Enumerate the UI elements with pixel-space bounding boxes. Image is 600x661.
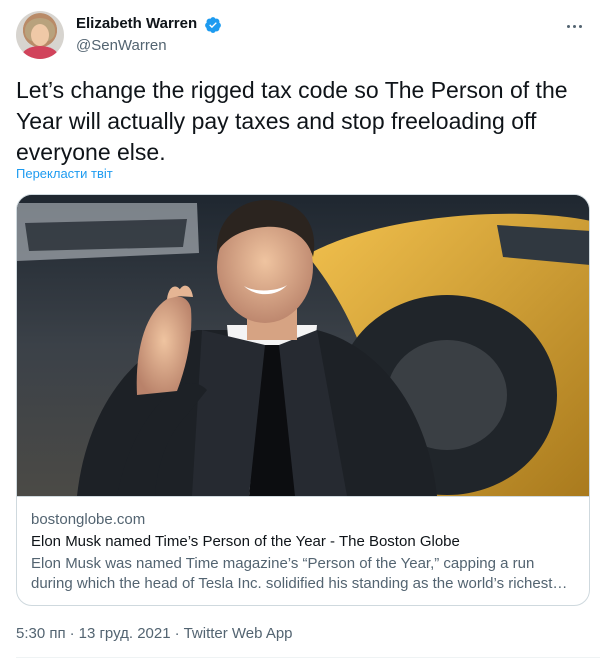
card-body[interactable]: bostonglobe.com Elon Musk named Time’s P…: [17, 496, 589, 605]
card-title: Elon Musk named Time’s Person of the Yea…: [31, 533, 460, 550]
more-options-icon[interactable]: [562, 14, 586, 38]
meta-separator: ·: [69, 625, 75, 642]
tweet-date[interactable]: 13 груд. 2021: [79, 625, 171, 642]
more-dot: [578, 24, 582, 28]
author-handle[interactable]: @SenWarren: [76, 36, 167, 56]
avatar[interactable]: [16, 11, 64, 59]
card-photo: [17, 195, 589, 496]
tweet-meta: 5:30 пп · 13 груд. 2021 · Twitter Web App: [16, 624, 293, 644]
avatar-shirt: [22, 46, 58, 59]
avatar-face: [31, 24, 49, 46]
more-dot: [572, 24, 576, 28]
tweet-source[interactable]: Twitter Web App: [184, 625, 293, 642]
meta-separator: ·: [174, 625, 180, 642]
divider: [16, 657, 600, 658]
author-name[interactable]: Elizabeth Warren: [76, 14, 197, 34]
verified-badge-icon: [205, 17, 221, 33]
tweet-text: Let’s change the rigged tax code so The …: [16, 77, 568, 165]
card-image[interactable]: [17, 195, 589, 496]
link-card[interactable]: bostonglobe.com Elon Musk named Time’s P…: [16, 194, 590, 606]
card-domain: bostonglobe.com: [31, 511, 146, 528]
card-description: Elon Musk was named Time magazine’s “Per…: [31, 555, 568, 592]
more-dot: [566, 24, 570, 28]
tweet-time[interactable]: 5:30 пп: [16, 625, 66, 642]
translate-tweet-link[interactable]: Перекласти твіт: [16, 166, 113, 182]
